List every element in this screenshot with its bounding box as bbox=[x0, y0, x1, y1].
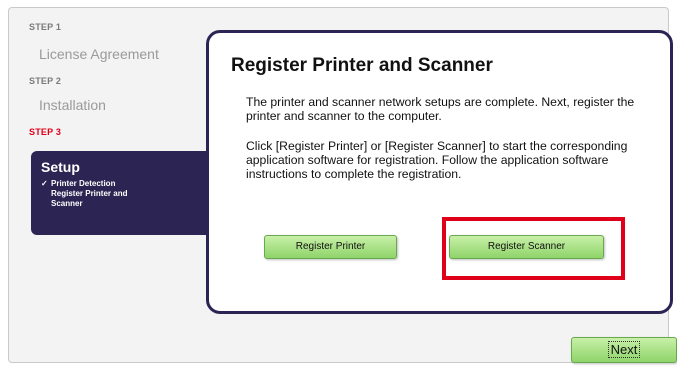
step-2-label: STEP 2 bbox=[29, 76, 62, 86]
substep-label: Register Printer and Scanner bbox=[51, 189, 128, 208]
substep-label: Printer Detection bbox=[51, 179, 116, 188]
register-printer-button[interactable]: Register Printer bbox=[264, 235, 397, 259]
panel-title: Register Printer and Scanner bbox=[231, 55, 493, 76]
instructions-paragraph: Click [Register Printer] or [Register Sc… bbox=[246, 139, 628, 181]
next-button[interactable]: Next bbox=[571, 337, 677, 363]
register-scanner-button[interactable]: Register Scanner bbox=[449, 235, 604, 259]
step-3-label: STEP 3 bbox=[29, 127, 62, 137]
substep-register: Register Printer and Scanner bbox=[41, 189, 225, 209]
current-step-box: Setup ✓ Printer Detection Register Print… bbox=[31, 151, 235, 235]
next-button-label: Next bbox=[607, 341, 641, 358]
installer-window: STEP 1 License Agreement STEP 2 Installa… bbox=[8, 7, 677, 363]
step-2-title: Installation bbox=[39, 97, 106, 113]
step-1-label: STEP 1 bbox=[29, 22, 62, 32]
intro-paragraph: The printer and scanner network setups a… bbox=[246, 95, 635, 123]
step-3-title: Setup bbox=[41, 159, 80, 175]
substep-printer-detection: ✓ Printer Detection bbox=[41, 179, 225, 189]
step-1-title: License Agreement bbox=[39, 46, 159, 62]
checkmark-icon: ✓ bbox=[41, 179, 48, 188]
